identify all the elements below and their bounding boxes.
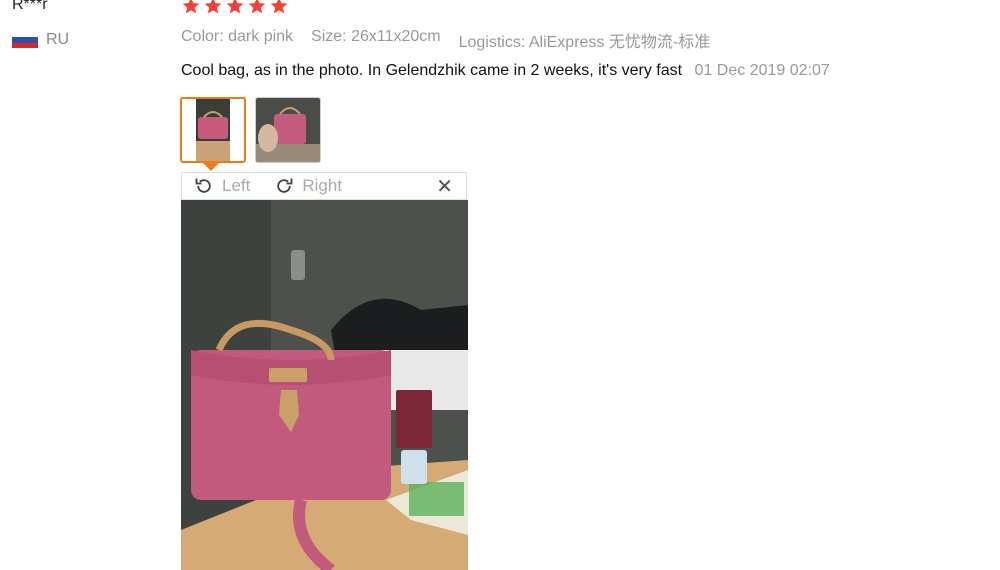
country-code: RU	[46, 31, 70, 48]
rotate-right-icon	[277, 178, 293, 193]
attr-color: Color: dark pink	[181, 28, 294, 45]
star-icon	[248, 0, 266, 14]
rating-stars	[181, 0, 289, 16]
flag-icon	[12, 32, 38, 48]
rotate-left-label: Left	[222, 176, 251, 195]
star-icon	[204, 0, 222, 14]
review-photo-enlarged	[181, 200, 468, 570]
review-text: Cool bag, as in the photo. In Gelendzhik…	[181, 62, 683, 79]
photo-viewer-toolbar: Left Right ✕	[181, 172, 467, 200]
rotate-left-button[interactable]: Left	[194, 176, 250, 196]
attr-size: Size: 26x11x20cm	[311, 28, 441, 45]
review-body: Cool bag, as in the photo. In Gelendzhik…	[181, 62, 830, 80]
star-icon	[226, 0, 244, 14]
star-icon	[270, 0, 288, 14]
reviewer-country: RU	[12, 31, 69, 49]
reviewer-name: R***r	[12, 0, 48, 13]
photo-image	[181, 200, 468, 570]
rotate-left-icon	[195, 178, 211, 193]
review-photo-thumbnail[interactable]	[255, 97, 321, 163]
close-icon[interactable]: ✕	[436, 177, 453, 197]
rotate-right-button[interactable]: Right	[274, 176, 342, 196]
photo-thumbnail-image	[256, 98, 320, 162]
attr-logistics: Logistics: AliExpress 无忧物流-标准	[458, 34, 711, 51]
active-thumbnail-pointer	[203, 163, 219, 171]
star-icon	[182, 0, 200, 14]
photo-thumbnail-image	[182, 99, 244, 161]
review-photo-thumbnail[interactable]	[180, 97, 246, 163]
review-date: 01 Dec 2019 02:07	[694, 62, 830, 79]
order-attributes: Color: dark pink Size: 26x11x20cm Logist…	[181, 28, 710, 52]
rotate-right-label: Right	[302, 176, 343, 195]
